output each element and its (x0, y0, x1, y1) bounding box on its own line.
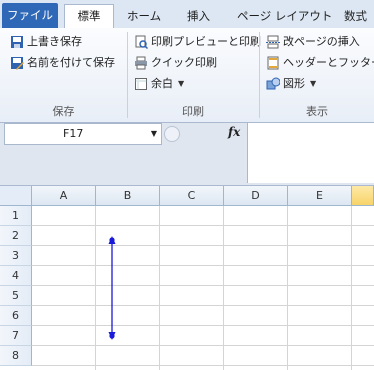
double-arrow-line-shape[interactable] (0, 186, 374, 370)
save-as-button[interactable]: 名前を付けて保存 (10, 53, 115, 73)
tab-file[interactable]: ファイル (2, 3, 58, 28)
save-icon (10, 35, 24, 49)
print-group-label: 印刷 (182, 105, 204, 118)
margins-label: 余白 (151, 77, 173, 90)
shapes-label: 図形 (283, 77, 305, 90)
save-group-label: 保存 (52, 105, 75, 118)
quick-print-icon (134, 56, 148, 70)
insert-page-break-label: 改ページの挿入 (283, 35, 360, 48)
formula-bar-splitter[interactable] (164, 126, 180, 142)
tab-page-layout[interactable]: ページ レイアウト (237, 5, 332, 27)
margins-button[interactable]: 余白 ▼ (134, 74, 184, 94)
print-group: 印刷プレビューと印刷 クイック印刷 余白 ▼ 印刷 (128, 28, 261, 122)
save-as-icon (10, 56, 24, 70)
save-label: 上書き保存 (27, 35, 82, 48)
tab-home[interactable]: ホーム (127, 5, 161, 27)
page-break-icon (266, 35, 280, 49)
excel-window: ファイル 標準 ホーム 挿入 ページ レイアウト 数式 上書き保存 名前を付けて… (0, 0, 374, 370)
ribbon-tabs: ファイル 標準 ホーム 挿入 ページ レイアウト 数式 (0, 0, 374, 29)
formula-input[interactable] (247, 123, 374, 183)
margins-icon (134, 77, 148, 91)
print-preview-icon (134, 35, 149, 50)
tab-standard[interactable]: 標準 (64, 4, 114, 29)
shapes-icon (266, 77, 281, 91)
chevron-down-icon: ▼ (310, 79, 317, 88)
print-preview-label: 印刷プレビューと印刷 (151, 35, 261, 48)
name-box-value: F17 (63, 127, 84, 140)
view-group: 改ページの挿入 ヘッダーとフッター 図形 ▼ 表示 (260, 28, 374, 122)
header-footer-button[interactable]: ヘッダーとフッター (266, 53, 374, 73)
name-box[interactable]: F17 ▼ (4, 123, 162, 145)
chevron-down-icon: ▼ (178, 79, 185, 88)
ribbon: 上書き保存 名前を付けて保存 保存 印刷プレビューと印刷 クイック印刷 余白 ▼… (0, 28, 374, 123)
formula-bar-area (0, 144, 247, 184)
tab-insert[interactable]: 挿入 (187, 5, 210, 27)
formula-bar: F17 ▼ fx (0, 123, 374, 186)
print-preview-button[interactable]: 印刷プレビューと印刷 (134, 32, 261, 52)
worksheet-grid[interactable]: A B C D E 1 2 3 4 5 6 7 8 (0, 186, 374, 370)
quick-print-label: クイック印刷 (151, 56, 217, 69)
save-as-label: 名前を付けて保存 (27, 56, 115, 69)
insert-function-icon[interactable]: fx (228, 125, 240, 139)
insert-page-break-button[interactable]: 改ページの挿入 (266, 32, 360, 52)
header-footer-icon (266, 56, 280, 70)
chevron-down-icon[interactable]: ▼ (151, 124, 157, 144)
save-button[interactable]: 上書き保存 (10, 32, 82, 52)
quick-print-button[interactable]: クイック印刷 (134, 53, 217, 73)
shapes-button[interactable]: 図形 ▼ (266, 74, 316, 94)
view-group-label: 表示 (306, 105, 328, 118)
tab-formulas[interactable]: 数式 (344, 5, 367, 27)
header-footer-label: ヘッダーとフッター (283, 56, 374, 69)
save-group: 上書き保存 名前を付けて保存 保存 (0, 28, 127, 122)
